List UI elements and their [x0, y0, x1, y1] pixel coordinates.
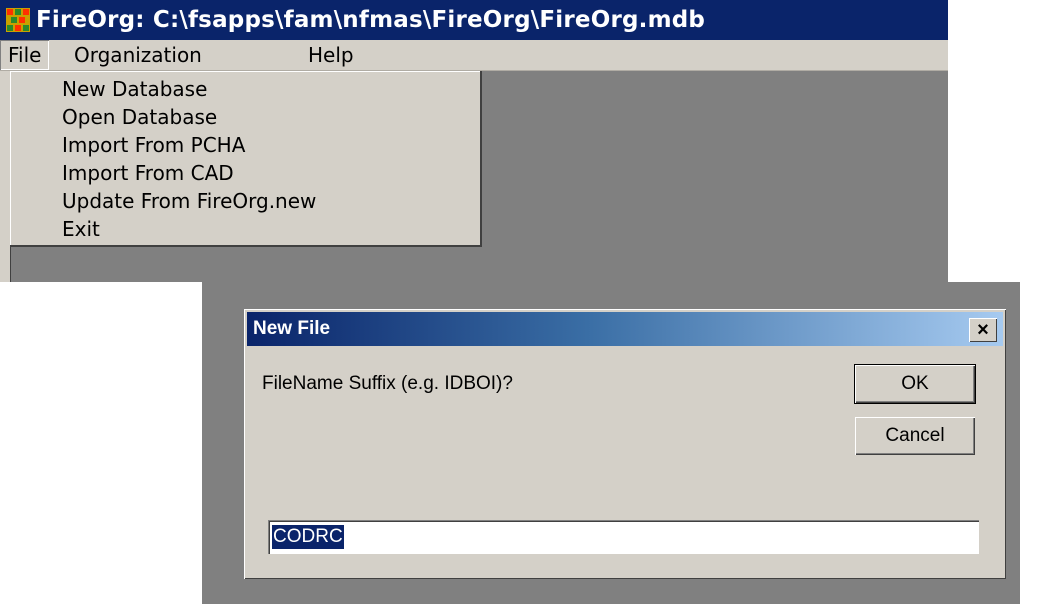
cancel-button[interactable]: Cancel: [855, 417, 975, 455]
menu-bar: File Organization Help: [0, 40, 948, 71]
menu-item-import-cad[interactable]: Import From CAD: [62, 161, 234, 185]
menu-file[interactable]: File: [0, 40, 50, 70]
menu-item-import-pcha[interactable]: Import From PCHA: [62, 133, 245, 157]
dialog-title: New File: [253, 318, 331, 339]
fireorg-app-icon[interactable]: [6, 8, 30, 32]
menu-item-update-fireorg-new[interactable]: Update From FireOrg.new: [62, 189, 316, 213]
file-menu-dropdown: New Database Open Database Import From P…: [10, 71, 482, 247]
selected-input-text: CODRC: [272, 525, 344, 549]
ok-button[interactable]: OK: [854, 364, 976, 404]
filename-suffix-prompt: FileName Suffix (e.g. IDBOI)?: [262, 373, 513, 394]
menu-item-new-database[interactable]: New Database: [62, 77, 207, 101]
window-title: FireOrg: C:\fsapps\fam\nfmas\FireOrg\Fir…: [36, 7, 706, 33]
menu-item-open-database[interactable]: Open Database: [62, 105, 217, 129]
menu-help[interactable]: Help: [300, 40, 362, 70]
menu-organization[interactable]: Organization: [66, 40, 210, 70]
menu-item-exit[interactable]: Exit: [62, 217, 100, 241]
dialog-title-bar[interactable]: New File ×: [247, 312, 1003, 346]
filename-suffix-input[interactable]: CODRC: [268, 520, 979, 554]
title-bar[interactable]: FireOrg: C:\fsapps\fam\nfmas\FireOrg\Fir…: [0, 0, 948, 40]
fireorg-window: FireOrg: C:\fsapps\fam\nfmas\FireOrg\Fir…: [0, 0, 948, 282]
close-icon[interactable]: ×: [969, 318, 997, 342]
new-file-dialog: New File × FileName Suffix (e.g. IDBOI)?…: [244, 309, 1006, 579]
